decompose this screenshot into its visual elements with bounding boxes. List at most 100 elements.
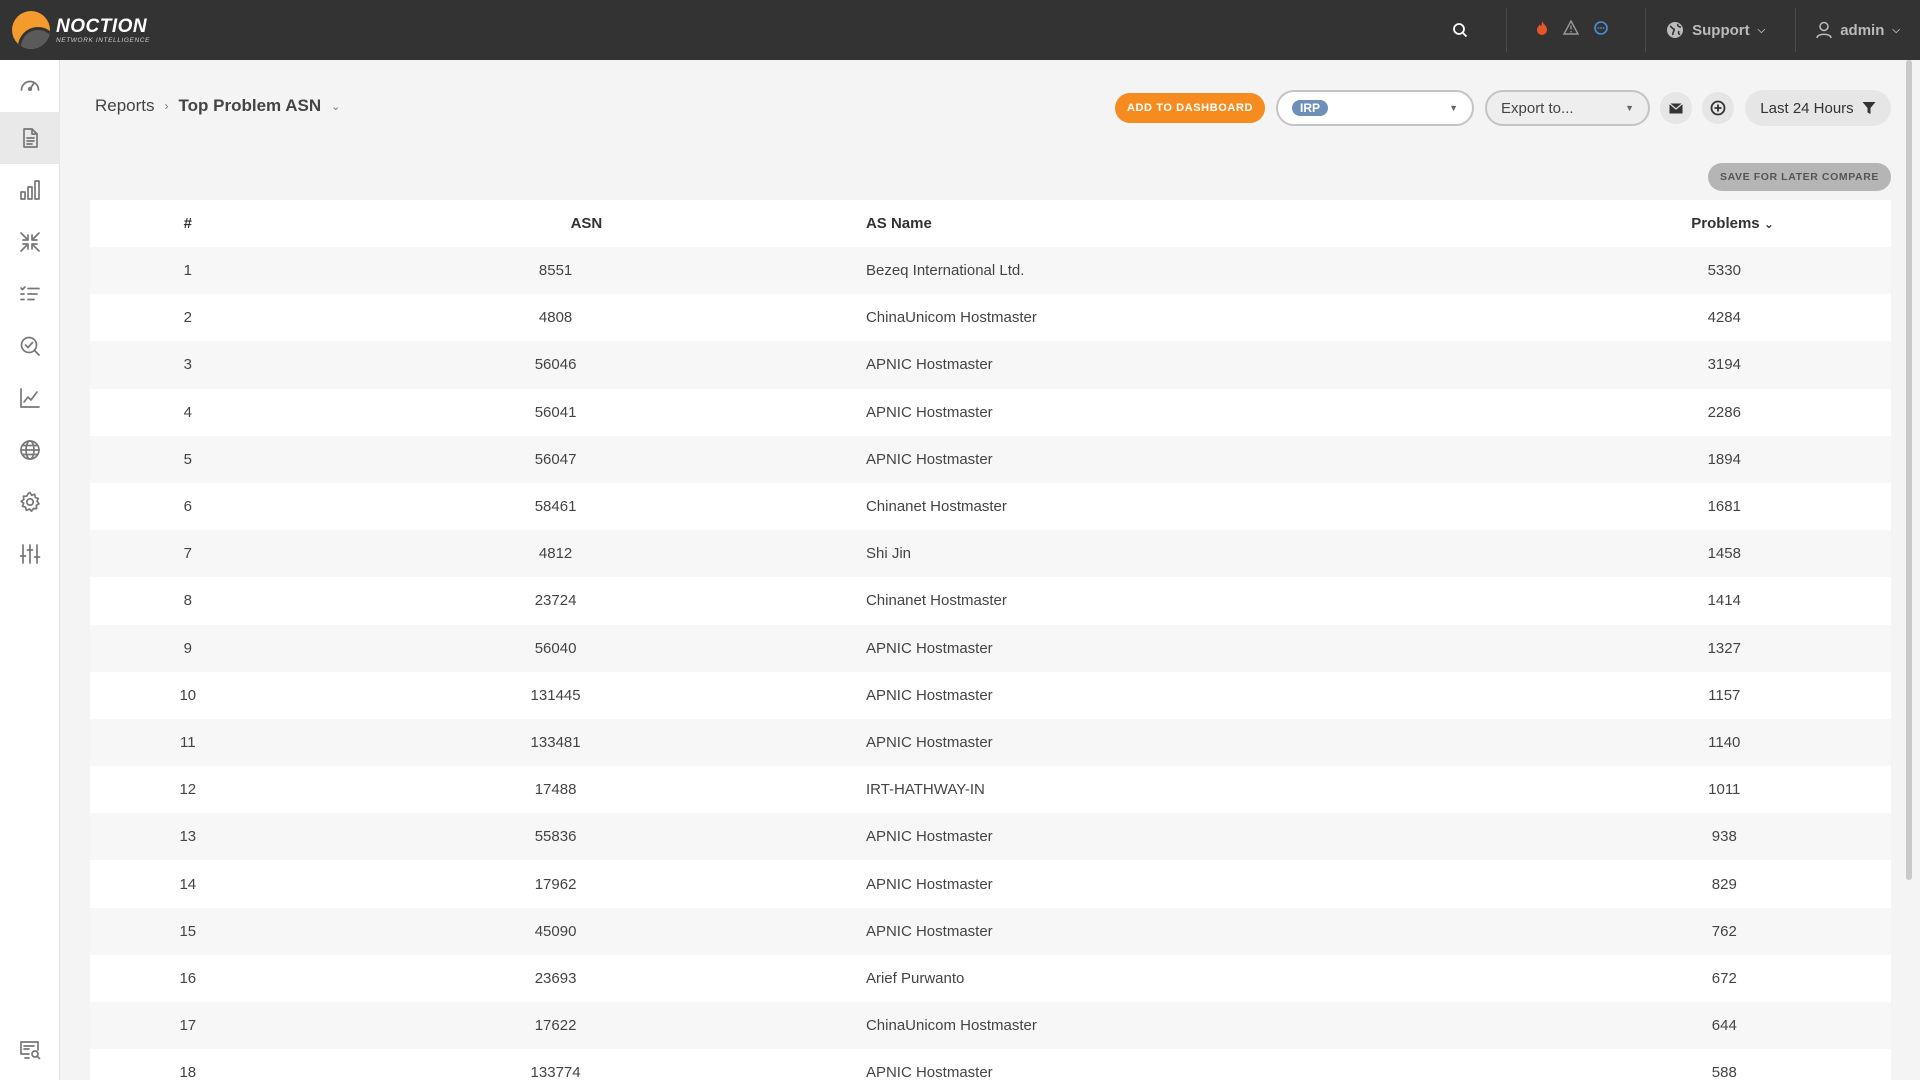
cell-problems: 1414 (1691, 577, 1891, 624)
sidebar-item-graphs[interactable] (0, 372, 60, 424)
asn-value: 58461 (534, 498, 577, 516)
asn-value: 17622 (534, 1017, 577, 1035)
cell-asn[interactable]: 45090 (286, 908, 866, 955)
column-header-asn[interactable]: ASN (286, 200, 866, 247)
column-header-as-name[interactable]: AS Name (866, 200, 1691, 247)
table-row[interactable]: 14 17962 APNIC Hostmaster 829 (90, 860, 1891, 907)
cell-asn[interactable]: 4812 (286, 530, 866, 577)
cell-number: 11 (180, 733, 196, 751)
problems-value: 1894 (1707, 450, 1741, 468)
cell-number: 5 (183, 450, 192, 468)
sidebar-item-dashboard[interactable] (0, 60, 60, 112)
cell-asn[interactable]: 133481 (286, 719, 866, 766)
table-row[interactable]: 2 4808 ChinaUnicom Hostmaster 4284 (90, 294, 1891, 341)
column-header-number[interactable]: # (90, 200, 286, 247)
cell-as-name: APNIC Hostmaster (865, 733, 993, 751)
reports-document-icon (23, 128, 38, 148)
user-menu[interactable]: admin ⌵ (1796, 21, 1920, 39)
cell-problems: 1894 (1691, 436, 1891, 483)
table-row[interactable]: 15 45090 APNIC Hostmaster 762 (90, 907, 1891, 955)
save-for-later-compare-button[interactable]: SAVE FOR LATER COMPARE (1708, 163, 1891, 191)
table-row[interactable]: 11 133481 APNIC Hostmaster 1140 (90, 718, 1891, 767)
support-menu[interactable]: Support ⌵ (1646, 21, 1795, 39)
cell-asn[interactable]: 17488 (286, 766, 866, 813)
search-check-icon (20, 336, 40, 356)
table-row[interactable]: 18 133774 APNIC Hostmaster 588 (90, 1049, 1891, 1080)
problems-value: 5330 (1707, 262, 1741, 280)
table-row[interactable]: 13 55836 APNIC Hostmaster 938 (90, 813, 1891, 861)
cell-asn[interactable]: 8551 (286, 247, 866, 294)
problems-value: 762 (1711, 922, 1737, 940)
problems-value: 1458 (1707, 545, 1741, 563)
sidebar-item-search[interactable] (0, 320, 60, 372)
breadcrumb-reports[interactable]: Reports (95, 96, 155, 116)
cell-asn[interactable]: 4808 (286, 294, 866, 341)
table-row[interactable]: 4 56041 APNIC Hostmaster 2286 (90, 389, 1891, 436)
sidebar-item-monitor[interactable] (0, 1024, 60, 1076)
sidebar-item-statistics[interactable] (0, 164, 60, 216)
table-row[interactable]: 7 4812 Shi Jin 1458 (90, 530, 1891, 578)
table-row[interactable]: 5 56047 APNIC Hostmaster 1894 (90, 435, 1891, 483)
email-report-button[interactable] (1660, 92, 1692, 124)
table-row[interactable]: 12 17488 IRT-HATHWAY-IN 1011 (90, 766, 1891, 813)
time-range-filter[interactable]: Last 24 Hours (1745, 90, 1891, 126)
cell-asn[interactable]: 23724 (286, 577, 866, 624)
sidebar-item-settings[interactable] (0, 476, 60, 528)
table-row[interactable]: 9 56040 APNIC Hostmaster 1327 (90, 624, 1891, 672)
support-label: Support (1692, 21, 1750, 39)
brand-tagline: NETWORK INTELLIGENCE (56, 36, 150, 44)
table-row[interactable]: 16 23693 Arief Purwanto 672 (90, 955, 1891, 1002)
table-row[interactable]: 17 17622 ChinaUnicom Hostmaster 644 (90, 1002, 1891, 1050)
chat-icon[interactable] (1593, 20, 1609, 41)
cell-asn[interactable]: 56047 (286, 436, 866, 483)
table-row[interactable]: 8 23724 Chinanet Hostmaster 1414 (90, 577, 1891, 624)
sidebar-item-reports[interactable] (0, 112, 60, 164)
sliders-icon (19, 544, 41, 564)
asn-value: 56046 (534, 356, 577, 374)
cell-asn[interactable]: 131445 (286, 672, 866, 719)
report-table: # ASN AS Name Problems ⌄ 1 8551 Bezeq Inte… (90, 200, 1891, 1080)
cell-asn[interactable]: 56040 (286, 625, 866, 672)
table-row[interactable]: 6 58461 Chinanet Hostmaster 1681 (90, 483, 1891, 530)
cell-problems: 829 (1691, 860, 1891, 907)
table-row[interactable]: 10 131445 APNIC Hostmaster 1157 (90, 672, 1891, 719)
sidebar-item-events[interactable] (0, 268, 60, 320)
cell-as-name: APNIC Hostmaster (865, 1064, 993, 1080)
add-to-dashboard-button[interactable]: ADD TO DASHBOARD (1115, 93, 1265, 123)
export-placeholder: Export to... (1501, 99, 1574, 117)
fire-icon[interactable] (1535, 20, 1549, 41)
irp-select[interactable]: IRP ▼ (1276, 90, 1474, 126)
sidebar-item-improvements[interactable] (0, 216, 60, 268)
search-icon[interactable] (1440, 22, 1480, 38)
cell-number: 4 (183, 403, 192, 421)
chevron-down-icon[interactable]: ⌄ (331, 100, 340, 113)
warning-icon[interactable] (1562, 19, 1580, 40)
cell-number: 17 (179, 1017, 197, 1035)
asn-value: 56041 (534, 403, 577, 421)
table-row[interactable]: 3 56046 APNIC Hostmaster 3194 (90, 341, 1891, 389)
cell-asn[interactable]: 58461 (286, 483, 866, 530)
cell-asn[interactable]: 17962 (286, 860, 866, 907)
cell-asn[interactable]: 133774 (286, 1049, 866, 1080)
cell-as-name: ChinaUnicom Hostmaster (865, 309, 1037, 327)
column-header-problems[interactable]: Problems ⌄ (1691, 200, 1891, 247)
schedule-report-button[interactable] (1702, 92, 1734, 124)
cell-asn[interactable]: 55836 (286, 813, 866, 860)
sidebar-item-network[interactable] (0, 424, 60, 476)
table-row[interactable]: 1 8551 Bezeq International Ltd. 5330 (90, 247, 1891, 295)
cell-asn[interactable]: 56046 (286, 341, 866, 388)
cell-asn[interactable]: 17622 (286, 1002, 866, 1049)
cell-asn[interactable]: 56041 (286, 389, 866, 436)
asn-value: 131445 (530, 686, 581, 704)
export-select[interactable]: Export to... ▼ (1485, 90, 1650, 126)
breadcrumb: Reports › Top Problem ASN ⌄ (95, 96, 340, 116)
page-scrollbar[interactable] (1906, 60, 1912, 880)
noction-logo[interactable]: NOCTION NETWORK INTELLIGENCE (12, 0, 150, 60)
sidebar-item-configuration[interactable] (0, 528, 60, 580)
asn-value: 23724 (534, 592, 577, 610)
cell-problems: 1327 (1691, 625, 1891, 672)
cell-as-name: Arief Purwanto (865, 969, 965, 987)
logo-text: NOCTION NETWORK INTELLIGENCE (56, 16, 150, 44)
cell-asn[interactable]: 23693 (286, 955, 866, 1002)
line-graph-icon (20, 388, 40, 408)
